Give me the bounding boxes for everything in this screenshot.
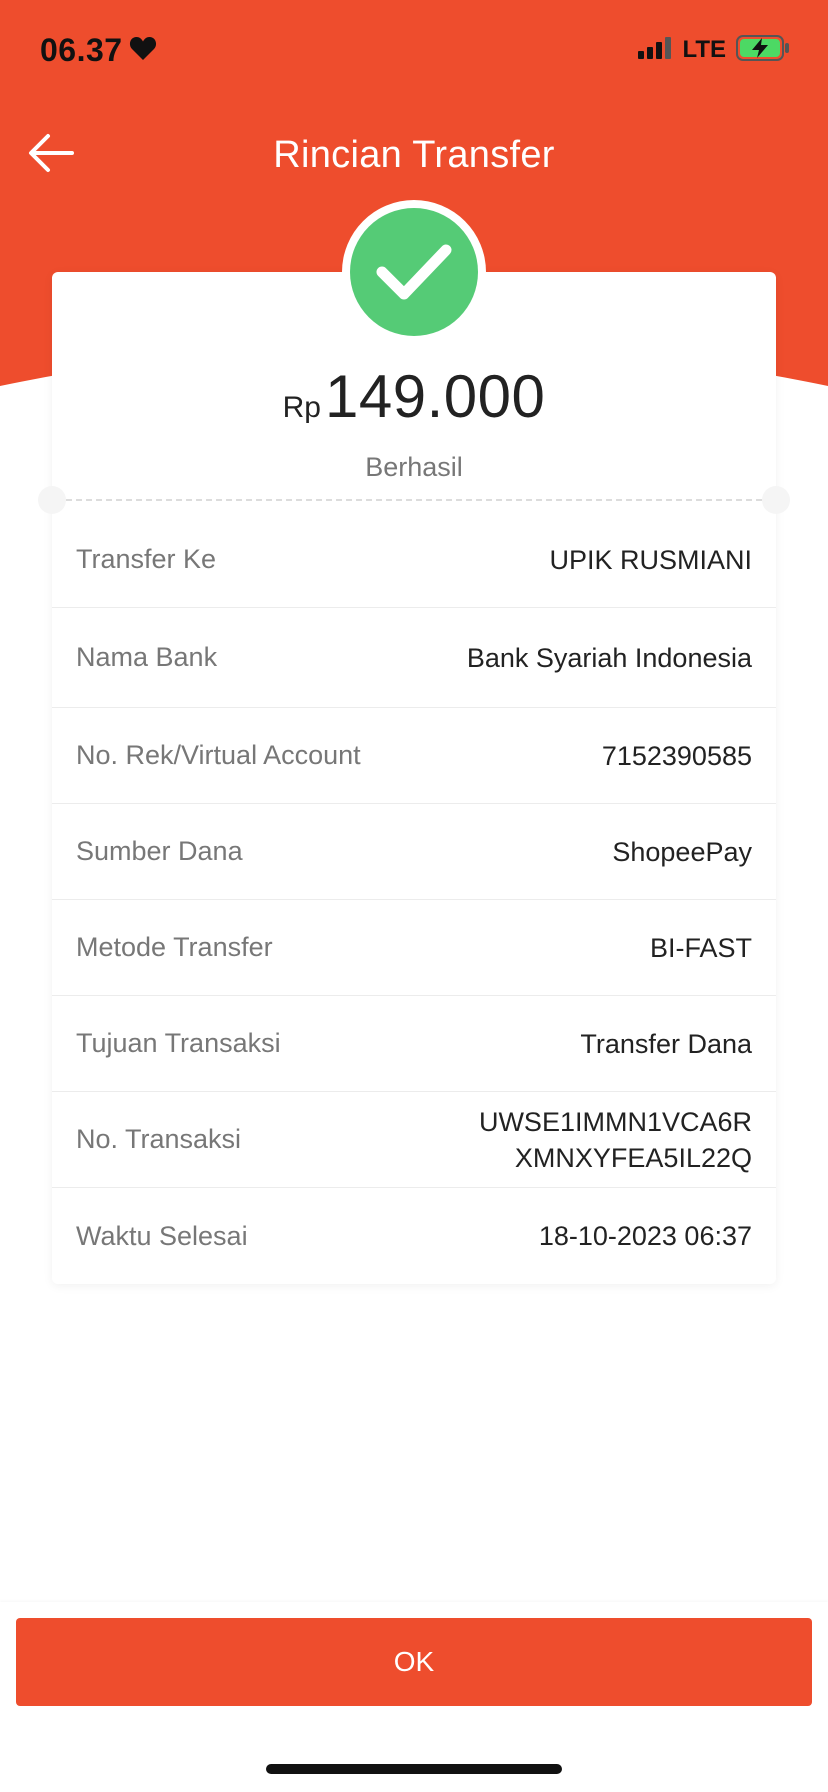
detail-value: BI-FAST [649,932,752,963]
detail-label: Waktu Selesai [76,1220,248,1251]
detail-label: No. Transaksi [76,1124,242,1154]
success-badge [342,200,486,344]
status-indicators: LTE [638,34,790,66]
home-indicator [266,1764,562,1774]
check-icon [350,208,478,336]
heart-icon [129,32,157,69]
detail-label: No. Rek/Virtual Account [76,740,361,770]
detail-value-multiline: UWSE1IMMN1VCA6R XMNXYFEA5IL22Q [479,1104,752,1176]
detail-row-no-transaksi: No. Transaksi UWSE1IMMN1VCA6R XMNXYFEA5I… [52,1092,776,1188]
detail-row-metode-transfer: Metode Transfer BI-FAST [52,900,776,996]
detail-value: 18-10-2023 06:37 [538,1221,752,1251]
amount-display: Rp149.000 [52,362,776,431]
detail-label: Tujuan Transaksi [76,1028,281,1058]
detail-label: Nama Bank [76,642,218,672]
detail-label: Transfer Ke [76,544,217,574]
detail-value: ShopeePay [612,836,752,867]
status-bar: 06.37 LTE [0,0,828,100]
detail-list: Transfer Ke UPIK RUSMIANI Nama Bank Bank… [52,512,776,1284]
detail-row-waktu-selesai: Waktu Selesai 18-10-2023 06:37 [52,1188,776,1284]
detail-label: Sumber Dana [76,836,243,866]
ok-button[interactable]: OK [16,1618,812,1706]
page-title: Rincian Transfer [273,133,555,176]
amount-value: 149.000 [324,363,546,430]
signal-icon [638,36,672,65]
detail-value: Transfer Dana [580,1028,752,1059]
arrow-left-icon [28,133,74,178]
status-time-text: 06.37 [40,31,123,68]
detail-label: Metode Transfer [76,932,273,962]
detail-row-tujuan-transaksi: Tujuan Transaksi Transfer Dana [52,996,776,1092]
title-bar: Rincian Transfer [0,110,828,200]
detail-row-nama-bank: Nama Bank Bank Syariah Indonesia [52,608,776,708]
transfer-status: Berhasil [365,452,463,482]
status-time: 06.37 [40,32,157,69]
detail-value: UPIK RUSMIANI [549,544,752,575]
battery-charging-icon [736,34,790,66]
dashed-divider [66,499,762,501]
back-button[interactable] [24,128,78,182]
currency-label: Rp [282,391,321,424]
network-label: LTE [682,36,726,63]
detail-value-line: UWSE1IMMN1VCA6R [478,1106,752,1137]
detail-row-no-rek: No. Rek/Virtual Account 7152390585 [52,708,776,804]
ticket-notch-left [38,486,66,514]
detail-row-transfer-ke: Transfer Ke UPIK RUSMIANI [52,512,776,608]
detail-value: 7152390585 [601,740,752,771]
ticket-notch-right [762,486,790,514]
detail-value-line: XMNXYFEA5IL22Q [514,1142,752,1173]
detail-row-sumber-dana: Sumber Dana ShopeePay [52,804,776,900]
detail-value: Bank Syariah Indonesia [466,642,752,673]
